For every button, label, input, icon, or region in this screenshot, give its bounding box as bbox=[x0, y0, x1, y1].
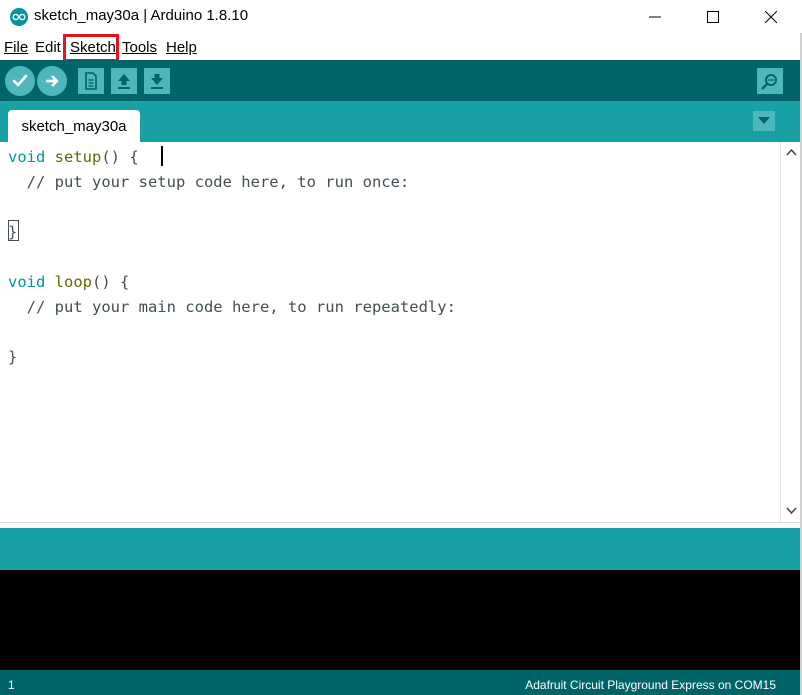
code-line-9: } bbox=[8, 348, 18, 366]
tab-dropdown-icon bbox=[758, 117, 770, 124]
toolbar bbox=[0, 60, 802, 101]
window-title: sketch_may30a | Arduino 1.8.10 bbox=[34, 7, 249, 24]
upload-button[interactable] bbox=[37, 66, 67, 96]
close-button[interactable] bbox=[742, 0, 800, 33]
code-line-2: // put your setup code here, to run once… bbox=[8, 173, 410, 191]
tab-menu-button[interactable] bbox=[753, 111, 775, 131]
minimize-button[interactable] bbox=[626, 0, 684, 33]
menu-file-label: File bbox=[4, 39, 29, 56]
editor-scrollbar[interactable] bbox=[780, 142, 802, 522]
serial-monitor-magnifier-icon bbox=[761, 74, 777, 90]
menu-edit[interactable]: Edit bbox=[35, 39, 61, 56]
menu-help-label: Help bbox=[166, 39, 197, 56]
open-up-arrow-icon bbox=[118, 74, 130, 89]
new-file-icon bbox=[85, 72, 97, 90]
code-line-7: // put your main code here, to run repea… bbox=[8, 298, 456, 316]
close-icon bbox=[765, 10, 777, 23]
code-text: () { bbox=[92, 273, 130, 291]
code-function: setup bbox=[54, 148, 102, 166]
code-keyword: void bbox=[8, 273, 46, 291]
menu-bar: File Edit Sketch Tools Help bbox=[0, 36, 802, 60]
message-status-area bbox=[0, 528, 802, 570]
save-button[interactable] bbox=[144, 68, 170, 94]
sketch-menu-highlight bbox=[63, 34, 119, 62]
open-button[interactable] bbox=[111, 68, 137, 94]
upload-arrow-icon bbox=[46, 75, 59, 87]
menu-tools-label: Tools bbox=[122, 39, 158, 56]
line-number: 1 bbox=[8, 678, 15, 692]
status-footer: 1 Adafruit Circuit Playground Express on… bbox=[0, 670, 802, 695]
scroll-up-icon[interactable] bbox=[786, 148, 797, 156]
brace-match-highlight bbox=[8, 220, 19, 241]
save-down-arrow-icon bbox=[151, 74, 163, 89]
menu-help[interactable]: Help bbox=[166, 39, 197, 56]
code-line-6: void loop() { bbox=[8, 273, 129, 291]
menu-tools[interactable]: Tools bbox=[122, 39, 157, 56]
maximize-icon bbox=[707, 10, 719, 23]
title-bar: sketch_may30a | Arduino 1.8.10 bbox=[0, 0, 802, 33]
code-text: () { bbox=[101, 148, 139, 166]
tab-bar: sketch_may30a bbox=[0, 101, 802, 142]
code-editor[interactable]: void setup() { // put your setup code he… bbox=[0, 142, 780, 522]
verify-check-icon bbox=[12, 74, 28, 87]
maximize-button[interactable] bbox=[684, 0, 742, 33]
menu-file[interactable]: File bbox=[4, 39, 28, 56]
serial-monitor-button[interactable] bbox=[757, 68, 783, 94]
code-line-1: void setup() { bbox=[8, 148, 139, 166]
console-output[interactable] bbox=[0, 570, 802, 670]
minimize-icon bbox=[649, 16, 661, 17]
tab-sketch[interactable]: sketch_may30a bbox=[8, 110, 140, 142]
code-keyword: void bbox=[8, 148, 46, 166]
board-port-info: Adafruit Circuit Playground Express on C… bbox=[525, 678, 776, 692]
verify-button[interactable] bbox=[5, 66, 35, 96]
scroll-down-icon[interactable] bbox=[786, 507, 797, 515]
arduino-logo-icon bbox=[10, 8, 28, 26]
new-button[interactable] bbox=[78, 68, 104, 94]
code-function: loop bbox=[54, 273, 92, 291]
menu-edit-label: Edit bbox=[35, 39, 61, 56]
text-cursor bbox=[161, 146, 163, 166]
tab-label: sketch_may30a bbox=[21, 117, 127, 135]
